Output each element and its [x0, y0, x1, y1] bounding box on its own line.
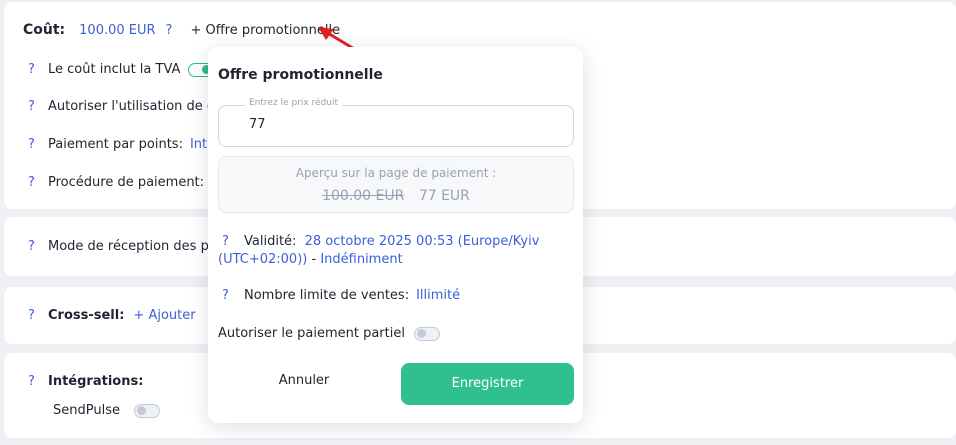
- partial-payment-toggle[interactable]: [413, 326, 440, 341]
- sales-limit-value[interactable]: Illimité: [416, 288, 460, 303]
- validity-date-part2: (UTC+02:00)): [218, 252, 308, 267]
- sendpulse-label: SendPulse: [53, 403, 120, 418]
- partial-payment-label: Autoriser le paiement partiel: [218, 326, 405, 341]
- validity-row: ? Validité: 28 octobre 2025 00:53 (Europe…: [218, 233, 568, 269]
- help-icon[interactable]: ?: [28, 175, 48, 190]
- reception-mode-label: Mode de réception des pa: [48, 239, 217, 254]
- help-icon[interactable]: ?: [28, 99, 48, 114]
- vat-label: Le coût inclut la TVA: [48, 62, 181, 77]
- allow-usage-label: Autoriser l'utilisation de co: [48, 99, 223, 114]
- cost-help-icon[interactable]: ?: [166, 23, 173, 38]
- cancel-button[interactable]: Annuler: [238, 373, 370, 388]
- payment-procedure-label: Procédure de paiement:: [48, 175, 205, 190]
- help-icon[interactable]: ?: [28, 374, 48, 389]
- discount-price-label: Entrez le prix réduit: [245, 98, 343, 108]
- help-icon[interactable]: ?: [28, 137, 48, 152]
- help-icon[interactable]: ?: [28, 62, 48, 77]
- sendpulse-toggle[interactable]: [133, 403, 160, 418]
- help-icon[interactable]: ?: [28, 308, 48, 323]
- points-payment-label: Paiement par points:: [48, 137, 183, 152]
- validity-date-part1: 28 octobre 2025 00:53 (Europe/Kyiv: [304, 234, 540, 249]
- help-icon[interactable]: ?: [222, 288, 242, 303]
- preview-label: Aperçu sur la page de paiement :: [295, 166, 497, 180]
- cost-value[interactable]: 100.00 EUR: [79, 23, 155, 38]
- new-price: 77 EUR: [418, 188, 470, 204]
- validity-label: Validité:: [244, 234, 297, 249]
- popup-title: Offre promotionnelle: [218, 67, 383, 83]
- payment-preview: Aperçu sur la page de paiement : 100.00 …: [218, 156, 574, 213]
- help-icon[interactable]: ?: [222, 233, 242, 251]
- help-icon[interactable]: ?: [28, 239, 48, 254]
- discount-price-field[interactable]: Entrez le prix réduit: [218, 98, 574, 147]
- validity-separator: -: [307, 252, 321, 267]
- crosssell-add-link[interactable]: + Ajouter: [133, 308, 195, 323]
- old-price: 100.00 EUR: [322, 188, 405, 204]
- sales-limit-label: Nombre limite de ventes:: [244, 288, 410, 303]
- save-button[interactable]: Enregistrer: [401, 363, 574, 405]
- crosssell-label: Cross-sell:: [48, 308, 125, 323]
- promo-offer-popup: Offre promotionnelle Entrez le prix rédu…: [208, 47, 583, 423]
- cost-label: Coût:: [23, 22, 66, 38]
- integrations-label: Intégrations:: [48, 374, 144, 389]
- validity-indefinite-link[interactable]: Indéfiniment: [320, 252, 402, 267]
- discount-price-input[interactable]: [249, 117, 549, 132]
